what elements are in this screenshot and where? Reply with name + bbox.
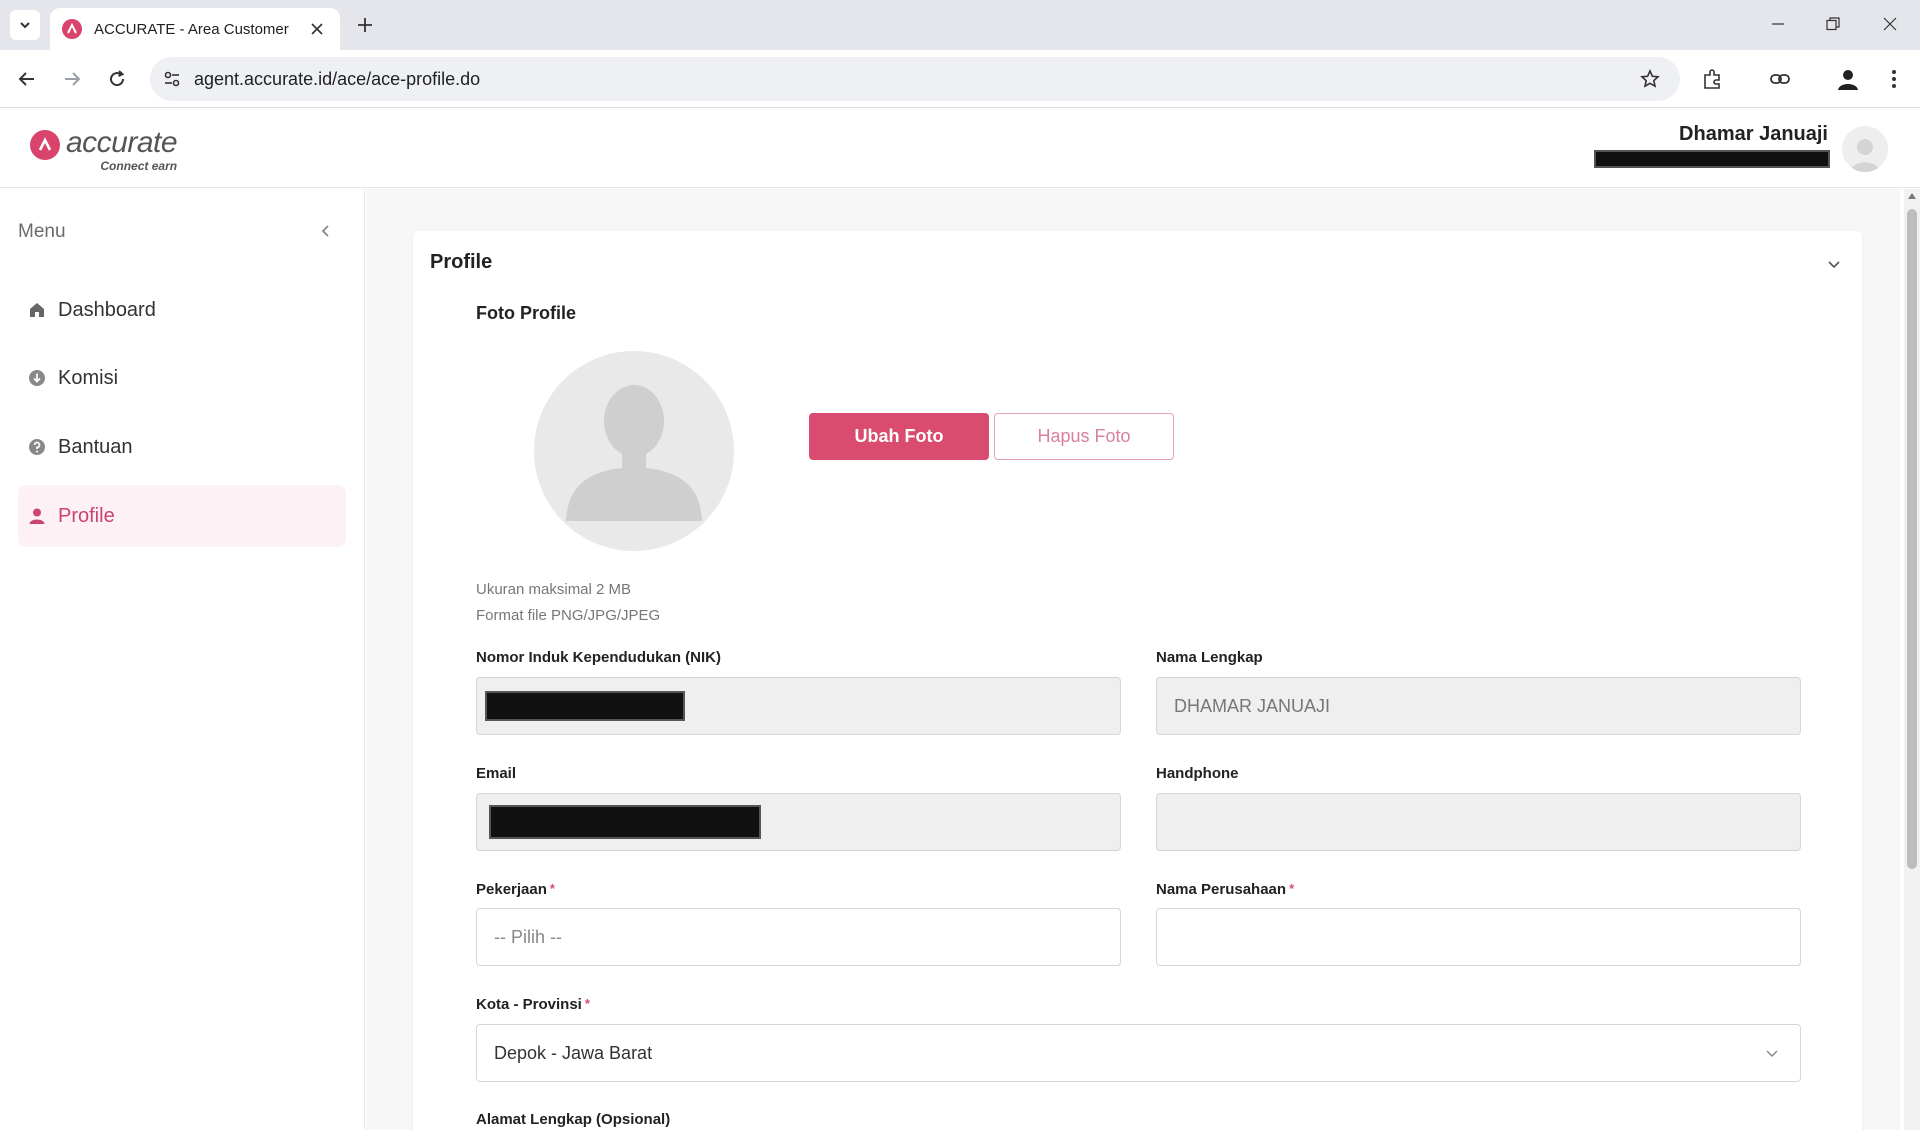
job-label: Pekerjaan * <box>476 881 555 898</box>
user-avatar[interactable] <box>1842 126 1888 172</box>
address-label: Alamat Lengkap (Opsional) <box>476 1111 671 1128</box>
full-name-value: DHAMAR JANUAJI <box>1174 695 1331 716</box>
plus-icon <box>358 18 372 32</box>
delete-photo-button[interactable]: Hapus Foto <box>994 413 1174 460</box>
phone-label: Handphone <box>1156 765 1239 782</box>
sidebar-item-profile[interactable]: Profile <box>18 485 346 547</box>
address-bar[interactable]: agent.accurate.id/ace/ace-profile.do <box>150 57 1680 101</box>
change-photo-button[interactable]: Ubah Foto <box>809 413 989 460</box>
browser-tab-bar: ACCURATE - Area Customer <box>0 0 1920 50</box>
back-button[interactable] <box>10 62 44 96</box>
company-input[interactable] <box>1156 908 1801 966</box>
email-field <box>476 793 1121 851</box>
new-tab-button[interactable] <box>350 10 380 40</box>
browser-tab-active[interactable]: ACCURATE - Area Customer <box>50 8 340 50</box>
reload-icon <box>110 70 125 87</box>
accurate-favicon-icon <box>62 19 82 39</box>
default-avatar-icon <box>1850 139 1880 172</box>
bookmark-star-icon[interactable] <box>1638 67 1662 91</box>
photo-section-title: Foto Profile <box>476 303 576 323</box>
logo-tagline: Connect earn <box>100 159 178 173</box>
scroll-thumb[interactable] <box>1907 209 1917 869</box>
sidebar-item-dashboard[interactable]: Dashboard <box>18 279 346 341</box>
chevron-left-icon <box>321 225 329 237</box>
browser-toolbar: agent.accurate.id/ace/ace-profile.do <box>0 50 1920 108</box>
download-circle-icon <box>26 367 48 389</box>
browser-menu-icon[interactable] <box>1878 63 1910 95</box>
user-icon <box>26 505 48 527</box>
required-mark: * <box>549 881 555 896</box>
photo-format-hint: Format file PNG/JPG/JPEG <box>476 607 661 624</box>
nik-redacted <box>485 691 685 721</box>
site-settings-icon[interactable] <box>150 57 194 101</box>
collapse-card-button[interactable] <box>1822 253 1846 277</box>
minimize-icon <box>1772 23 1784 25</box>
full-name-field: DHAMAR JANUAJI <box>1156 677 1801 735</box>
chevron-down-icon <box>20 22 30 29</box>
required-mark: * <box>584 996 590 1011</box>
close-tab-icon[interactable] <box>306 18 328 40</box>
menu-label: Menu <box>18 221 66 242</box>
profile-avatar-icon[interactable] <box>1832 63 1864 95</box>
chevron-down-icon <box>1828 261 1840 269</box>
user-info-redacted <box>1594 150 1830 168</box>
accurate-logo-icon <box>30 130 60 160</box>
arrow-left-icon <box>18 72 34 86</box>
sidebar: Menu Dashboard Komisi Bantuan Profile <box>0 189 365 1130</box>
city-select[interactable]: Depok - Jawa Barat <box>476 1024 1801 1082</box>
sidebar-item-komisi[interactable]: Komisi <box>18 347 346 409</box>
card-title: Profile <box>430 251 493 273</box>
app-header: accurate Connect earn Dhamar Januaji <box>0 108 1920 188</box>
profile-card: Profile Foto Profile Ubah Foto Hapus Fot… <box>413 231 1862 1130</box>
city-label: Kota - Provinsi * <box>476 996 590 1013</box>
link-icon[interactable] <box>1764 63 1796 95</box>
city-value: Depok - Jawa Barat <box>494 1042 653 1063</box>
sidebar-item-bantuan[interactable]: Bantuan <box>18 416 346 478</box>
tab-search-button[interactable] <box>10 10 40 40</box>
photo-size-hint: Ukuran maksimal 2 MB <box>476 581 632 598</box>
restore-window-button[interactable] <box>1813 4 1853 44</box>
restore-icon <box>1826 17 1840 31</box>
profile-photo <box>534 351 734 551</box>
accurate-logo[interactable]: accurate Connect earn <box>30 126 178 173</box>
close-icon <box>1883 17 1897 31</box>
reload-button[interactable] <box>100 62 134 96</box>
nik-label: Nomor Induk Kependudukan (NIK) <box>476 649 721 666</box>
arrow-right-icon <box>65 72 81 86</box>
email-redacted <box>489 805 761 839</box>
url-text: agent.accurate.id/ace/ace-profile.do <box>194 68 481 89</box>
tab-title: ACCURATE - Area Customer <box>94 20 289 38</box>
scroll-up-icon[interactable] <box>1907 191 1917 201</box>
nik-field <box>476 677 1121 735</box>
main-content: Profile Foto Profile Ubah Foto Hapus Fot… <box>366 189 1900 1130</box>
company-label: Nama Perusahaan * <box>1156 881 1295 898</box>
home-icon <box>26 299 48 321</box>
page-scrollbar[interactable] <box>1904 189 1920 1130</box>
logo-wordmark: accurate <box>66 126 178 159</box>
forward-button[interactable] <box>55 62 89 96</box>
default-avatar-icon <box>566 385 702 521</box>
collapse-sidebar-button[interactable] <box>314 219 338 243</box>
help-circle-icon <box>26 436 48 458</box>
job-placeholder: -- Pilih -- <box>494 926 562 947</box>
sidebar-item-label: Dashboard <box>58 298 156 321</box>
required-mark: * <box>1289 881 1295 896</box>
extensions-icon[interactable] <box>1697 63 1729 95</box>
chevron-down-icon <box>1762 1044 1782 1064</box>
email-label: Email <box>476 765 517 782</box>
sidebar-item-label: Bantuan <box>58 435 133 458</box>
close-window-button[interactable] <box>1870 4 1910 44</box>
minimize-window-button[interactable] <box>1758 4 1798 44</box>
full-name-label: Nama Lengkap <box>1156 649 1263 666</box>
user-name: Dhamar Januaji <box>1679 123 1828 145</box>
sidebar-item-label: Profile <box>58 504 115 527</box>
phone-field <box>1156 793 1801 851</box>
job-select[interactable]: -- Pilih -- <box>476 908 1121 966</box>
sidebar-item-label: Komisi <box>58 366 119 389</box>
